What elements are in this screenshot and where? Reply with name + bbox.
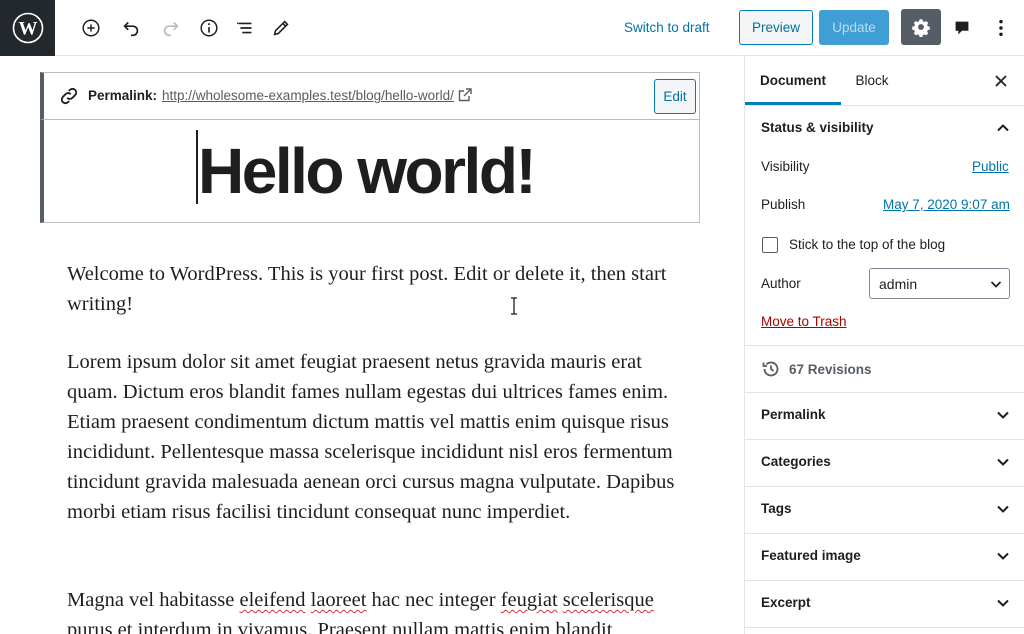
list-view-icon xyxy=(236,22,252,34)
permalink-bar: Permalink: http://wholesome-examples.tes… xyxy=(40,72,700,119)
sticky-checkbox[interactable] xyxy=(762,237,778,253)
editor-header: W Switch to draft Preview Update xyxy=(0,0,1024,56)
visibility-toggle[interactable]: Public xyxy=(972,159,1009,174)
misspelled-word: laoreet xyxy=(310,589,367,611)
close-icon xyxy=(995,75,1007,87)
divider xyxy=(745,627,1024,628)
history-icon xyxy=(762,361,779,377)
block-navigation-button[interactable] xyxy=(229,12,261,44)
publish-label: Publish xyxy=(761,197,806,212)
info-icon xyxy=(200,19,218,37)
wordpress-logo-button[interactable]: W xyxy=(0,0,55,56)
external-link-icon xyxy=(458,88,472,102)
panel-title: Permalink xyxy=(761,407,826,422)
status-visibility-panel-toggle[interactable]: Status & visibility xyxy=(745,106,1024,152)
panel-title: Tags xyxy=(761,501,792,516)
panel-title: Categories xyxy=(761,454,831,469)
permalink-url-link[interactable]: http://wholesome-examples.test/blog/hell… xyxy=(162,88,454,103)
panel-title: Featured image xyxy=(761,548,861,563)
tab-document[interactable]: Document xyxy=(745,56,841,105)
misspelled-word: feugiat xyxy=(500,589,558,611)
move-to-trash-link[interactable]: Move to Trash xyxy=(761,314,847,329)
comment-icon xyxy=(955,21,969,35)
excerpt-panel-toggle[interactable]: Excerpt xyxy=(745,581,1024,627)
link-icon xyxy=(60,87,78,105)
text-run: Magna vel habitasse xyxy=(67,589,240,611)
chevron-down-icon xyxy=(997,458,1009,466)
pencil-icon xyxy=(273,20,289,36)
chevron-down-icon xyxy=(997,599,1009,607)
misspelled-word: eleifend xyxy=(239,589,306,611)
revisions-label: 67 Revisions xyxy=(789,362,872,377)
visibility-label: Visibility xyxy=(761,159,810,174)
comments-button[interactable] xyxy=(946,12,978,44)
tags-panel-toggle[interactable]: Tags xyxy=(745,487,1024,533)
settings-button[interactable] xyxy=(901,9,941,45)
panel-title: Status & visibility xyxy=(761,120,874,135)
misspelled-word: scelerisque xyxy=(562,589,654,611)
sidebar-tabs: Document Block xyxy=(745,56,1024,106)
permalink-label: Permalink: xyxy=(88,88,158,103)
permalink-edit-button[interactable]: Edit xyxy=(654,79,696,114)
editor-canvas: Permalink: http://wholesome-examples.tes… xyxy=(0,56,744,634)
wordpress-logo-icon: W xyxy=(12,12,43,44)
chevron-down-icon xyxy=(990,281,1002,288)
chevron-down-icon xyxy=(997,411,1009,419)
preview-button[interactable]: Preview xyxy=(739,10,813,45)
chevron-up-icon xyxy=(997,124,1009,132)
redo-button[interactable] xyxy=(155,12,187,44)
more-vertical-icon xyxy=(999,19,1003,37)
undo-icon xyxy=(123,21,139,37)
paragraph-block[interactable]: Lorem ipsum dolor sit amet feugiat praes… xyxy=(67,347,687,527)
tab-block[interactable]: Block xyxy=(842,56,902,106)
categories-panel-toggle[interactable]: Categories xyxy=(745,440,1024,486)
text-run: hac nec integer xyxy=(366,589,501,611)
text-run: purus et interdum in vivamus. Praesent n… xyxy=(67,619,613,634)
gear-icon xyxy=(912,19,930,37)
content-info-button[interactable] xyxy=(193,12,225,44)
paragraph-block[interactable]: Magna vel habitasse eleifend laoreet hac… xyxy=(67,585,687,634)
update-button[interactable]: Update xyxy=(819,10,889,45)
close-sidebar-button[interactable] xyxy=(990,70,1012,92)
author-label: Author xyxy=(761,276,801,291)
paragraph-block[interactable]: Welcome to WordPress. This is your first… xyxy=(67,259,687,319)
settings-sidebar: Document Block Status & visibility Visib… xyxy=(744,56,1024,634)
chevron-down-icon xyxy=(997,505,1009,513)
add-block-button[interactable] xyxy=(75,12,107,44)
chevron-down-icon xyxy=(997,552,1009,560)
publish-date-toggle[interactable]: May 7, 2020 9:07 am xyxy=(883,197,1010,212)
author-select-value: admin xyxy=(879,276,918,292)
switch-to-draft-button[interactable]: Switch to draft xyxy=(614,14,720,42)
edit-mode-button[interactable] xyxy=(265,12,297,44)
permalink-panel-toggle[interactable]: Permalink xyxy=(745,393,1024,439)
more-options-button[interactable] xyxy=(985,12,1017,44)
undo-button[interactable] xyxy=(115,12,147,44)
sticky-label: Stick to the top of the blog xyxy=(789,237,946,252)
post-title-field[interactable]: Hello world! xyxy=(40,119,700,223)
featured-image-panel-toggle[interactable]: Featured image xyxy=(745,534,1024,580)
mouse-text-cursor-icon xyxy=(511,297,517,315)
panel-title: Excerpt xyxy=(761,595,811,610)
plus-circle-icon xyxy=(82,19,100,37)
svg-text:W: W xyxy=(18,19,37,40)
redo-icon xyxy=(163,21,179,37)
post-title[interactable]: Hello world! xyxy=(198,132,537,210)
revisions-button[interactable]: 67 Revisions xyxy=(745,346,1024,392)
author-select[interactable]: admin xyxy=(869,268,1010,299)
